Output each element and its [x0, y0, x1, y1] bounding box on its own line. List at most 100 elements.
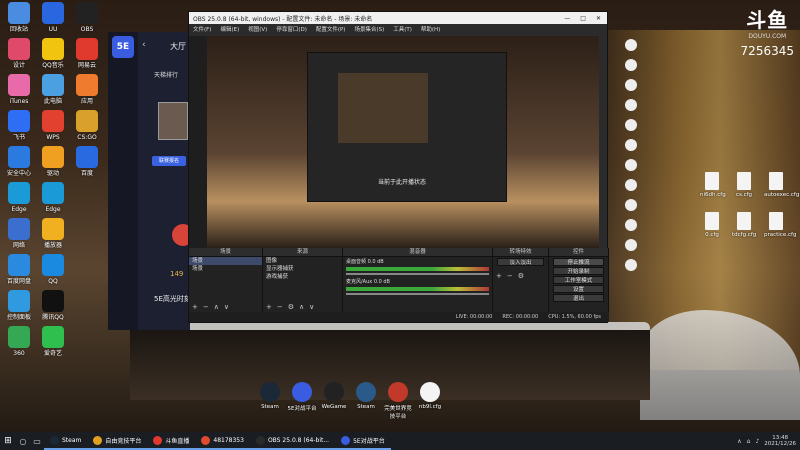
taskbar-app[interactable]: 斗鱼直播 — [147, 432, 196, 450]
desktop-shortcut[interactable]: 网络 — [2, 218, 36, 249]
taskbar-app[interactable]: Steam — [44, 432, 88, 450]
app-icon[interactable] — [625, 119, 637, 131]
app-icon[interactable] — [625, 99, 637, 111]
5e-menu-ladder[interactable]: 天梯排行 — [154, 70, 178, 79]
desktop-shortcut[interactable]: 腾讯QQ — [36, 290, 70, 321]
desktop-shortcut[interactable]: 驱动 — [36, 146, 70, 177]
exit-button[interactable]: 退出 — [553, 294, 604, 302]
obs-menu-item[interactable]: 文件(F) — [193, 25, 211, 33]
desktop-file[interactable]: 0.cfg — [700, 212, 724, 238]
maximize-icon[interactable]: □ — [580, 15, 586, 22]
desktop-shortcut[interactable]: 百度网盘 — [2, 254, 36, 285]
down-icon[interactable]: ∨ — [224, 303, 229, 311]
gear-icon[interactable]: ⚙ — [518, 272, 524, 280]
start-record-button[interactable]: 开始录制 — [553, 267, 604, 275]
taskbar-app[interactable]: OBS 25.0.8 (64-bit... — [249, 432, 336, 450]
windows-start-icon[interactable]: ⊞ — [0, 436, 16, 446]
chevron-up-icon[interactable]: ∧ — [737, 438, 741, 445]
desktop-shortcut[interactable]: WeGame — [318, 382, 350, 410]
app-icon[interactable] — [625, 199, 637, 211]
desktop-shortcut[interactable]: 设计 — [2, 38, 36, 69]
scene-item[interactable]: 场景 — [189, 265, 262, 273]
desktop-shortcut[interactable]: 飞书 — [2, 110, 36, 141]
app-icon[interactable] — [625, 59, 637, 71]
taskbar-app[interactable]: 5E对战平台 — [335, 432, 391, 450]
remove-icon[interactable]: − — [203, 303, 209, 311]
desktop-shortcut[interactable]: Edge — [2, 182, 36, 213]
desktop-shortcut[interactable]: 爱奇艺 — [36, 326, 70, 357]
network-icon[interactable]: ⌂ — [747, 438, 751, 445]
app-icon[interactable] — [625, 219, 637, 231]
add-icon[interactable]: + — [496, 272, 502, 280]
minimize-icon[interactable]: — — [564, 15, 570, 22]
app-icon[interactable] — [625, 179, 637, 191]
app-icon[interactable] — [625, 259, 637, 271]
desktop-shortcut[interactable]: Steam — [350, 382, 382, 410]
obs-menu-item[interactable]: 帮助(H) — [421, 25, 440, 33]
search-icon[interactable]: ○ — [16, 437, 30, 446]
desktop-shortcut[interactable]: UU — [36, 2, 70, 33]
app-icon[interactable] — [625, 239, 637, 251]
desktop-shortcut[interactable]: OBS — [70, 2, 104, 33]
desktop-shortcut[interactable]: 回收站 — [2, 2, 36, 33]
desktop-shortcut[interactable]: CS:GO — [70, 110, 104, 141]
obs-menu-item[interactable]: 工具(T) — [393, 25, 412, 33]
obs-menu-item[interactable]: 视图(V) — [248, 25, 267, 33]
source-item[interactable]: 图像 — [263, 257, 342, 265]
close-icon[interactable]: ✕ — [596, 15, 601, 22]
desktop-file[interactable]: ni6dh.cfg — [700, 172, 726, 198]
app-icon[interactable] — [625, 139, 637, 151]
back-icon[interactable]: ‹ — [142, 40, 146, 50]
desktop-shortcut[interactable]: 360 — [2, 326, 36, 357]
taskbar-app[interactable]: 48178353 — [195, 432, 250, 450]
clock[interactable]: 13:48 2021/12/26 — [764, 435, 796, 447]
desktop-shortcut[interactable]: 应用 — [70, 74, 104, 105]
app-icon[interactable] — [625, 159, 637, 171]
taskbar-app[interactable]: 自由竞技平台 — [87, 432, 148, 450]
desktop-shortcut[interactable]: 此电脑 — [36, 74, 70, 105]
volume-icon[interactable]: ♪ — [755, 438, 759, 445]
remove-icon[interactable]: − — [277, 303, 283, 311]
desktop-file[interactable]: tdcfg.cfg — [732, 212, 756, 238]
desktop-shortcut[interactable]: 网易云 — [70, 38, 104, 69]
obs-menu-item[interactable]: 编辑(E) — [220, 25, 239, 33]
obs-menu-item[interactable]: 场景集合(S) — [354, 25, 384, 33]
volume-slider[interactable] — [346, 273, 489, 275]
volume-slider[interactable] — [346, 293, 489, 295]
5e-highlight-label[interactable]: 5E高光时刻 — [154, 294, 191, 304]
desktop-shortcut[interactable]: Steam — [254, 382, 286, 410]
scene-item[interactable]: 场景 — [189, 257, 262, 265]
obs-menu-item[interactable]: 停靠窗口(D) — [276, 25, 307, 33]
desktop-shortcut[interactable]: 安全中心 — [2, 146, 36, 177]
down-icon[interactable]: ∨ — [309, 303, 314, 311]
desktop-shortcut[interactable]: 5E对战平台 — [286, 382, 318, 412]
up-icon[interactable]: ∧ — [214, 303, 219, 311]
source-item[interactable]: 游戏捕获 — [263, 273, 342, 281]
desktop-shortcut[interactable]: QQ — [36, 254, 70, 285]
desktop-shortcut[interactable]: nb9l.cfg — [414, 382, 446, 410]
desktop-shortcut[interactable]: 播放器 — [36, 218, 70, 249]
stop-stream-button[interactable]: 停止推流 — [553, 258, 604, 266]
5e-launcher-window[interactable]: 5E ‹ 大厅 天梯排行 联赛报名 149 5E高光时刻 — [108, 32, 194, 330]
desktop-file[interactable]: cs.cfg — [732, 172, 756, 198]
transition-select[interactable]: 淡入淡出 — [497, 258, 544, 266]
desktop-shortcut[interactable]: 控制面板 — [2, 290, 36, 321]
desktop-shortcut[interactable]: WPS — [36, 110, 70, 141]
desktop-shortcut[interactable]: iTunes — [2, 74, 36, 105]
app-icon[interactable] — [625, 79, 637, 91]
gear-icon[interactable]: ⚙ — [288, 303, 294, 311]
desktop-shortcut[interactable]: Edge — [36, 182, 70, 213]
source-item[interactable]: 显示器捕获 — [263, 265, 342, 273]
avatar[interactable] — [158, 102, 188, 140]
app-icon[interactable] — [625, 39, 637, 51]
task-view-icon[interactable]: ▭ — [30, 437, 44, 446]
obs-menu-item[interactable]: 配置文件(P) — [316, 25, 346, 33]
5e-signup-button[interactable]: 联赛报名 — [152, 156, 186, 166]
up-icon[interactable]: ∧ — [299, 303, 304, 311]
desktop-shortcut[interactable]: 百度 — [70, 146, 104, 177]
studio-mode-button[interactable]: 工作室模式 — [553, 276, 604, 284]
desktop-file[interactable]: practice.cfg — [764, 212, 796, 238]
obs-window[interactable]: OBS 25.0.8 (64-bit, windows) - 配置文件: 未命名… — [188, 11, 609, 323]
desktop-shortcut[interactable]: 完美世界竞技平台 — [382, 382, 414, 420]
remove-icon[interactable]: − — [507, 272, 513, 280]
